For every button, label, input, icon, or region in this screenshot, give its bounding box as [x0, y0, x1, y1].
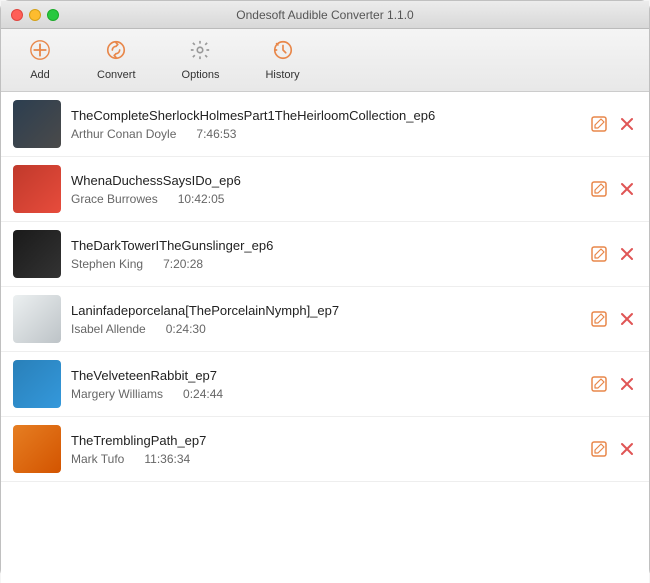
book-duration: 0:24:44	[183, 387, 223, 401]
book-cover	[13, 100, 61, 148]
convert-button[interactable]: Convert	[89, 35, 144, 85]
delete-button[interactable]	[617, 179, 637, 199]
book-cover	[13, 295, 61, 343]
book-info: TheVelveteenRabbit_ep7 Margery Williams …	[71, 368, 579, 401]
book-title: TheTremblingPath_ep7	[71, 433, 579, 448]
convert-label: Convert	[97, 69, 136, 81]
minimize-button[interactable]	[29, 9, 41, 21]
edit-button[interactable]	[589, 439, 609, 459]
add-button[interactable]: Add	[21, 35, 59, 85]
book-row: TheVelveteenRabbit_ep7 Margery Williams …	[1, 352, 649, 417]
history-icon	[272, 39, 294, 67]
book-duration: 7:20:28	[163, 257, 203, 271]
edit-button[interactable]	[589, 114, 609, 134]
book-author: Margery Williams	[71, 387, 163, 401]
book-actions	[589, 114, 637, 134]
book-author: Grace Burrowes	[71, 192, 158, 206]
book-title: WhenaDuchessSaysIDo_ep6	[71, 173, 579, 188]
book-meta: Arthur Conan Doyle 7:46:53	[71, 127, 579, 141]
book-info: TheCompleteSherlockHolmesPart1TheHeirloo…	[71, 108, 579, 141]
add-label: Add	[30, 69, 50, 81]
title-bar: Ondesoft Audible Converter 1.1.0	[1, 1, 649, 29]
book-author: Arthur Conan Doyle	[71, 127, 176, 141]
convert-icon	[105, 39, 127, 67]
book-row: TheCompleteSherlockHolmesPart1TheHeirloo…	[1, 92, 649, 157]
book-actions	[589, 439, 637, 459]
edit-button[interactable]	[589, 374, 609, 394]
traffic-lights	[11, 9, 59, 21]
book-actions	[589, 179, 637, 199]
maximize-button[interactable]	[47, 9, 59, 21]
history-button[interactable]: History	[257, 35, 307, 85]
book-meta: Margery Williams 0:24:44	[71, 387, 579, 401]
edit-button[interactable]	[589, 179, 609, 199]
delete-button[interactable]	[617, 244, 637, 264]
book-title: TheVelveteenRabbit_ep7	[71, 368, 579, 383]
options-button[interactable]: Options	[174, 35, 228, 85]
book-meta: Grace Burrowes 10:42:05	[71, 192, 579, 206]
book-title: TheDarkTowerITheGunslinger_ep6	[71, 238, 579, 253]
book-actions	[589, 374, 637, 394]
toolbar: Add Convert Options	[1, 29, 649, 92]
book-duration: 0:24:30	[166, 322, 206, 336]
book-info: TheTremblingPath_ep7 Mark Tufo 11:36:34	[71, 433, 579, 466]
book-row: TheTremblingPath_ep7 Mark Tufo 11:36:34	[1, 417, 649, 482]
delete-button[interactable]	[617, 309, 637, 329]
book-actions	[589, 244, 637, 264]
book-meta: Stephen King 7:20:28	[71, 257, 579, 271]
book-cover	[13, 425, 61, 473]
book-duration: 7:46:53	[196, 127, 236, 141]
book-info: TheDarkTowerITheGunslinger_ep6 Stephen K…	[71, 238, 579, 271]
delete-button[interactable]	[617, 114, 637, 134]
delete-button[interactable]	[617, 439, 637, 459]
book-meta: Mark Tufo 11:36:34	[71, 452, 579, 466]
window-title: Ondesoft Audible Converter 1.1.0	[236, 8, 413, 22]
edit-button[interactable]	[589, 244, 609, 264]
history-label: History	[265, 69, 299, 81]
book-cover	[13, 230, 61, 278]
book-actions	[589, 309, 637, 329]
book-cover	[13, 165, 61, 213]
book-title: TheCompleteSherlockHolmesPart1TheHeirloo…	[71, 108, 579, 123]
book-duration: 11:36:34	[144, 452, 190, 466]
book-cover	[13, 360, 61, 408]
options-icon	[189, 39, 211, 67]
book-meta: Isabel Allende 0:24:30	[71, 322, 579, 336]
book-list: TheCompleteSherlockHolmesPart1TheHeirloo…	[1, 92, 649, 583]
book-duration: 10:42:05	[178, 192, 225, 206]
options-label: Options	[182, 69, 220, 81]
book-author: Mark Tufo	[71, 452, 124, 466]
book-row: TheDarkTowerITheGunslinger_ep6 Stephen K…	[1, 222, 649, 287]
edit-button[interactable]	[589, 309, 609, 329]
book-title: Laninfadeporcelana[ThePorcelainNymph]_ep…	[71, 303, 579, 318]
close-button[interactable]	[11, 9, 23, 21]
book-author: Isabel Allende	[71, 322, 146, 336]
delete-button[interactable]	[617, 374, 637, 394]
add-icon	[29, 39, 51, 67]
book-row: WhenaDuchessSaysIDo_ep6 Grace Burrowes 1…	[1, 157, 649, 222]
book-author: Stephen King	[71, 257, 143, 271]
book-row: Laninfadeporcelana[ThePorcelainNymph]_ep…	[1, 287, 649, 352]
book-info: WhenaDuchessSaysIDo_ep6 Grace Burrowes 1…	[71, 173, 579, 206]
book-info: Laninfadeporcelana[ThePorcelainNymph]_ep…	[71, 303, 579, 336]
